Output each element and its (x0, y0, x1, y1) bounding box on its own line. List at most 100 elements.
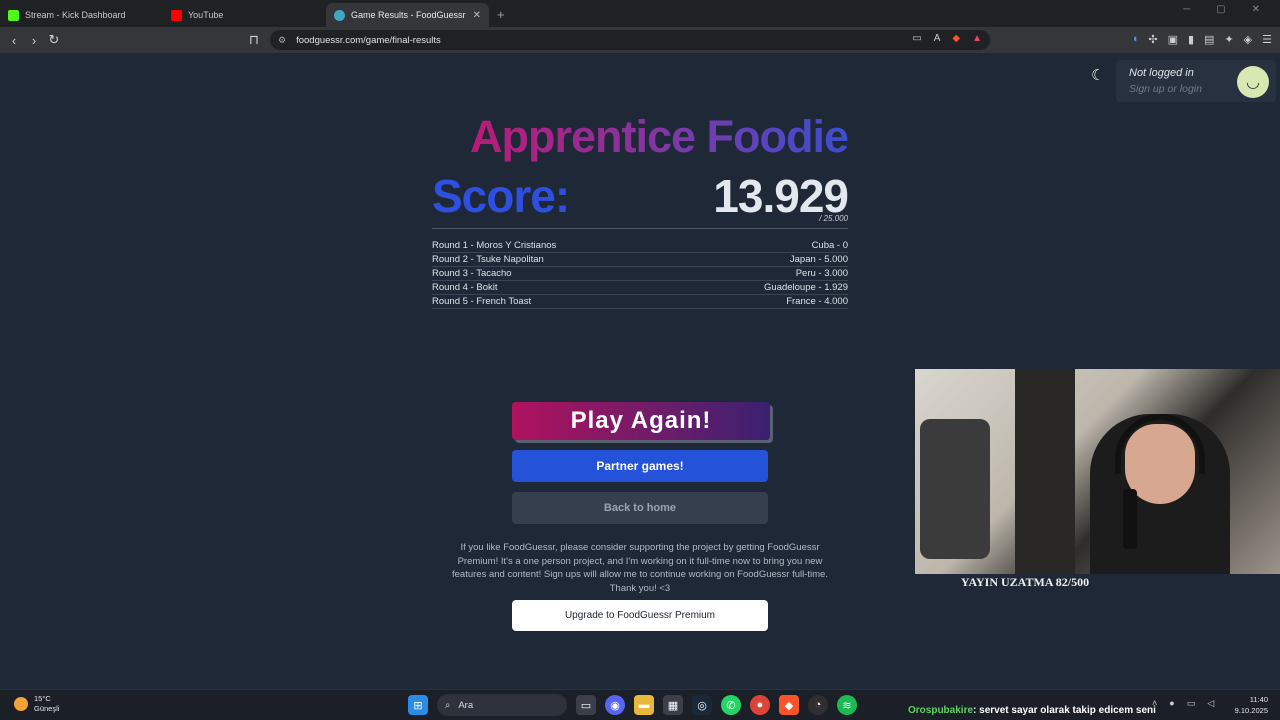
globe-favicon-icon (334, 9, 345, 21)
list-item: Round 3 - Tacacho Peru - 3.000 (432, 267, 848, 281)
extensions-icon[interactable]: ✣ (1148, 33, 1157, 46)
clock-date: 9.10.2025 (1234, 706, 1268, 715)
round-name: Round 1 - Moros Y Cristianos (432, 240, 557, 251)
browser-tab-bar: Stream - Kick Dashboard YouTube Game Res… (0, 0, 1280, 27)
leo-ai-icon[interactable]: ✦ (1224, 33, 1233, 46)
volume-icon[interactable]: ◁ (1207, 698, 1214, 709)
youtube-favicon-icon (171, 9, 182, 21)
brave-icon[interactable]: ◆ (779, 695, 799, 715)
list-item: Round 5 - French Toast France - 4.000 (432, 295, 848, 309)
avatar[interactable]: ◡ (1237, 66, 1269, 98)
stream-chat-ticker: Orospubakire: servet sayar olarak takip … (908, 705, 1156, 716)
store-icon[interactable]: ▦ (663, 695, 683, 715)
search-placeholder: Ara (458, 699, 474, 711)
list-item: Round 4 - Bokit Guadeloupe - 1.929 (432, 281, 848, 295)
tab-foodguessr[interactable]: Game Results - FoodGuessr | Fo ✕ (326, 3, 489, 27)
divider (432, 228, 848, 229)
back-to-home-button[interactable]: Back to home (512, 492, 768, 524)
taskbar-apps: ⊞ ⌕ Ara ▭ ◉ ▬ ▦ ◎ ✆ ● ◆ ◔ ≋ (408, 694, 857, 716)
upgrade-premium-button[interactable]: Upgrade to FoodGuessr Premium (512, 600, 768, 631)
maximize-icon[interactable]: ▢ (1216, 4, 1225, 15)
rounds-list: Round 1 - Moros Y Cristianos Cuba - 0 Ro… (432, 239, 848, 309)
chrome-icon[interactable]: ● (750, 695, 770, 715)
play-again-button[interactable]: Play Again! (512, 402, 770, 440)
system-clock[interactable]: 11:40 9.10.2025 (1228, 694, 1268, 716)
vpn-icon[interactable]: ◈ (1244, 33, 1252, 46)
new-tab-button[interactable]: + (497, 7, 505, 22)
screenshot-icon[interactable]: ▣ (1168, 33, 1178, 46)
chevron-up-icon[interactable]: ˄ (1152, 698, 1157, 709)
brave-shields-icon[interactable]: ◆ (952, 33, 960, 44)
temperature: 15°C (34, 694, 51, 703)
forward-icon[interactable]: › (24, 33, 44, 48)
bookshelf (1015, 369, 1075, 574)
wallet-icon[interactable]: ▤ (1204, 33, 1214, 46)
tab-title: Game Results - FoodGuessr | Fo (351, 10, 467, 20)
round-name: Round 4 - Bokit (432, 282, 498, 293)
clock-time: 11:40 (1249, 695, 1268, 704)
close-tab-icon[interactable]: ✕ (473, 10, 481, 21)
translate-icon[interactable]: A (934, 33, 941, 44)
whatsapp-icon[interactable]: ✆ (721, 695, 741, 715)
windows-taskbar: 15°C Güneşli ⊞ ⌕ Ara ▭ ◉ ▬ ▦ ◎ ✆ ● ◆ ◔ ≋… (0, 689, 1280, 720)
weather-condition: Güneşli (34, 704, 60, 713)
window-controls: ─ ▢ ✕ (1183, 4, 1280, 15)
windows-start-icon[interactable]: ⊞ (408, 695, 428, 715)
tab-youtube[interactable]: YouTube (163, 3, 326, 27)
rank-title: Apprentice Foodie (432, 111, 849, 163)
webcam-overlay (915, 369, 1280, 574)
tab-kick-dashboard[interactable]: Stream - Kick Dashboard (0, 3, 163, 27)
support-message: If you like FoodGuessr, please consider … (452, 542, 828, 594)
reload-icon[interactable]: ↻ (44, 32, 64, 48)
discord-icon[interactable]: ◉ (605, 695, 625, 715)
address-bar[interactable]: ⚙ foodguessr.com/game/final-results ▭ A … (270, 30, 990, 50)
kick-favicon-icon (8, 9, 19, 21)
close-window-icon[interactable]: ✕ (1252, 4, 1260, 15)
address-bar-actions: ▭ A ◆ ▲ (912, 33, 982, 44)
round-name: Round 2 - Tsuke Napolitan (432, 254, 544, 265)
score-max: / 25.000 (819, 214, 848, 223)
tab-title: Stream - Kick Dashboard (25, 10, 126, 20)
score-label: Score: (432, 170, 570, 222)
back-icon[interactable]: ‹ (4, 33, 24, 48)
round-score: Cuba - 0 (811, 240, 848, 251)
url-text: foodguessr.com/game/final-results (296, 34, 441, 46)
speech-icon[interactable]: ◖ (1132, 33, 1139, 46)
dark-mode-toggle-icon[interactable]: ☾ (1091, 66, 1104, 84)
round-name: Round 3 - Tacacho (432, 268, 512, 279)
spotify-icon[interactable]: ≋ (837, 695, 857, 715)
gaming-chair (920, 419, 990, 559)
brave-rewards-icon[interactable]: ▲ (972, 33, 982, 44)
browser-toolbar: ‹ › ↻ ⊓ ⚙ foodguessr.com/game/final-resu… (0, 27, 1280, 53)
chat-username: Orospubakire (908, 705, 974, 716)
sidebar-icon[interactable]: ▮ (1188, 33, 1194, 46)
round-score: France - 4.000 (786, 296, 848, 307)
obs-icon[interactable]: ◔ (808, 695, 828, 715)
minimize-icon[interactable]: ─ (1183, 4, 1190, 15)
round-name: Round 5 - French Toast (432, 296, 532, 307)
network-icon[interactable]: ▭ (1187, 698, 1196, 709)
partner-games-button[interactable]: Partner games! (512, 450, 768, 482)
site-info-icon[interactable]: ⚙ (278, 35, 286, 46)
file-explorer-icon[interactable]: ▬ (634, 695, 654, 715)
tab-title: YouTube (188, 10, 224, 20)
toolbar-extensions: ◖ ✣ ▣ ▮ ▤ ✦ ◈ ☰ (1132, 33, 1272, 46)
search-icon: ⌕ (445, 699, 451, 711)
cast-icon[interactable]: ▭ (912, 33, 921, 44)
bookmark-icon[interactable]: ⊓ (244, 32, 264, 48)
chat-message: : servet sayar olarak takip edicem seni (973, 705, 1156, 716)
round-score: Guadeloupe - 1.929 (764, 282, 848, 293)
weather-widget[interactable]: 15°C Güneşli (14, 694, 59, 714)
system-tray: ˄ ● ▭ ◁ (1152, 698, 1214, 709)
menu-icon[interactable]: ☰ (1262, 33, 1272, 46)
list-item: Round 1 - Moros Y Cristianos Cuba - 0 (432, 239, 848, 253)
microphone (1123, 489, 1137, 549)
microphone-icon[interactable]: ● (1169, 698, 1174, 709)
task-view-icon[interactable]: ▭ (576, 695, 596, 715)
round-score: Peru - 3.000 (795, 268, 848, 279)
steam-icon[interactable]: ◎ (692, 695, 712, 715)
sun-icon (14, 697, 28, 711)
stream-goal-caption: YAYIN UZATMA 82/500 (960, 575, 1090, 589)
list-item: Round 2 - Tsuke Napolitan Japan - 5.000 (432, 253, 848, 267)
search-input[interactable]: ⌕ Ara (437, 694, 567, 716)
